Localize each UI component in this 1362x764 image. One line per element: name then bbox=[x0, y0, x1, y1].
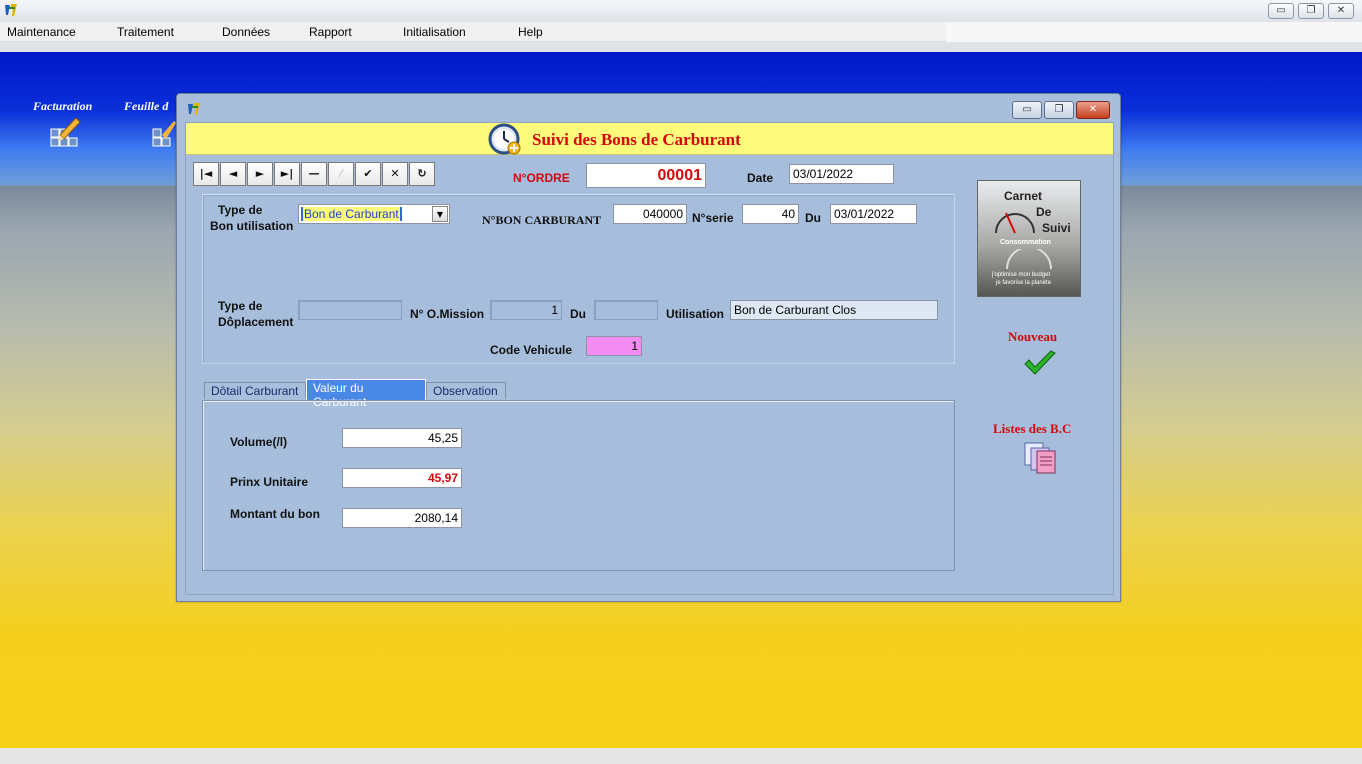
du-label: Du bbox=[805, 211, 821, 225]
prix-unitaire-label: Prinx Unitaire bbox=[230, 475, 309, 489]
restore-button[interactable]: ❐ bbox=[1298, 3, 1324, 19]
facturation-icon[interactable] bbox=[50, 115, 82, 147]
tab-detail-carburant[interactable]: Dôtail Carburant bbox=[204, 382, 306, 399]
date-field[interactable]: 03/01/2022 bbox=[789, 164, 894, 184]
tab-valeur-carburant[interactable]: Valeur du Carburant bbox=[306, 379, 426, 409]
du-date-field[interactable]: 03/01/2022 bbox=[830, 204, 917, 224]
volume-label: Volume(/l) bbox=[230, 435, 288, 449]
du-mission-field[interactable] bbox=[594, 300, 658, 320]
minimize-button[interactable]: ▭ bbox=[1268, 3, 1294, 19]
logo-text-planete: je favorise la planète bbox=[996, 280, 1052, 286]
feuille-icon[interactable] bbox=[152, 115, 176, 147]
menu-donnees[interactable]: Données bbox=[222, 25, 270, 39]
du-mission-label: Du bbox=[570, 307, 586, 321]
shortcut-feuille-label[interactable]: Feuille d bbox=[124, 99, 168, 114]
carnet-suivi-logo: Carnet De Suivi Consommation j'optimise … bbox=[977, 180, 1081, 297]
type-bon-select[interactable]: Bon de Carburant ▼ bbox=[298, 204, 450, 224]
app-logo-icon bbox=[5, 4, 17, 16]
dialog-close-button[interactable]: ✕ bbox=[1076, 101, 1110, 119]
last-record-button[interactable]: ►| bbox=[274, 162, 300, 186]
type-bon-selected-value: Bon de Carburant bbox=[301, 207, 402, 221]
montant-label: Montant du bon bbox=[230, 507, 320, 521]
logo-text-carnet: Carnet bbox=[1004, 189, 1043, 203]
gauge-icon bbox=[995, 212, 1035, 234]
menu-traitement[interactable]: Traitement bbox=[117, 25, 174, 39]
shortcut-facturation-label[interactable]: Facturation bbox=[33, 99, 92, 114]
save-record-button[interactable]: ✔ bbox=[355, 162, 381, 186]
suivi-bons-dialog: ▭ ❐ ✕ Suivi des Bons de Carburant |◄ ◄ ►… bbox=[176, 93, 1121, 602]
dialog-body: Suivi des Bons de Carburant |◄ ◄ ► ►| — … bbox=[185, 122, 1114, 595]
type-deplacement-field[interactable] bbox=[298, 300, 402, 320]
montant-field[interactable]: 2080,14 bbox=[342, 508, 462, 528]
dropdown-arrow-icon[interactable]: ▼ bbox=[432, 206, 448, 222]
edit-record-button[interactable]: ⁄ bbox=[328, 162, 354, 186]
menu-rapport[interactable]: Rapport bbox=[309, 25, 352, 39]
tab-observation[interactable]: Observation bbox=[426, 382, 506, 399]
type-depl-label-line1: Type de bbox=[218, 299, 263, 313]
n-mission-field[interactable]: 1 bbox=[490, 300, 562, 320]
n-serie-field[interactable]: 40 bbox=[742, 204, 799, 224]
type-depl-label-line2: Dôplacement bbox=[218, 315, 294, 329]
menu-bar: Maintenance Traitement Données Rapport I… bbox=[0, 22, 1362, 42]
n-serie-label: N°serie bbox=[692, 211, 734, 225]
code-vehicule-field[interactable]: 1 bbox=[586, 336, 642, 356]
menu-maintenance[interactable]: Maintenance bbox=[7, 25, 76, 39]
n-bon-field[interactable]: 040000 bbox=[613, 204, 687, 224]
checkmark-icon[interactable] bbox=[1023, 350, 1057, 378]
listes-bc-label[interactable]: Listes des B.C bbox=[993, 421, 1071, 437]
menu-help[interactable]: Help bbox=[518, 25, 543, 39]
tab-panel-valeur bbox=[202, 400, 955, 571]
volume-field[interactable]: 45,25 bbox=[342, 428, 462, 448]
code-vehicule-label: Code Vehicule bbox=[490, 343, 573, 357]
logo-gauge-icon bbox=[1006, 249, 1052, 270]
next-record-button[interactable]: ► bbox=[247, 162, 273, 186]
n-ordre-label: N°ORDRE bbox=[513, 171, 570, 185]
main-window-titlebar: ▭ ❐ ✕ bbox=[0, 0, 1362, 22]
delete-record-button[interactable]: — bbox=[301, 162, 327, 186]
cancel-record-button[interactable]: ✕ bbox=[382, 162, 408, 186]
record-navigation-toolbar: |◄ ◄ ► ►| — ⁄ ✔ ✕ ↻ bbox=[193, 162, 436, 186]
dialog-title: Suivi des Bons de Carburant bbox=[532, 130, 741, 149]
dialog-minimize-button[interactable]: ▭ bbox=[1012, 101, 1042, 119]
prix-unitaire-field[interactable]: 45,97 bbox=[342, 468, 462, 488]
logo-text-budget: j'optimise mon budget bbox=[992, 272, 1051, 278]
menu-initialisation[interactable]: Initialisation bbox=[403, 25, 466, 39]
dialog-app-icon bbox=[188, 103, 200, 115]
documents-list-icon[interactable] bbox=[1023, 441, 1059, 475]
dialog-restore-button[interactable]: ❐ bbox=[1044, 101, 1074, 119]
type-bon-label-line2: Bon utilisation bbox=[210, 219, 294, 233]
utilisation-field[interactable]: Bon de Carburant Clos bbox=[730, 300, 938, 320]
n-ordre-field[interactable]: 00001 bbox=[586, 163, 706, 188]
refresh-button[interactable]: ↻ bbox=[409, 162, 435, 186]
first-record-button[interactable]: |◄ bbox=[193, 162, 219, 186]
utilisation-label: Utilisation bbox=[666, 307, 725, 321]
n-mission-label: N° O.Mission bbox=[410, 307, 485, 321]
nouveau-label[interactable]: Nouveau bbox=[1008, 329, 1057, 345]
type-bon-label-line1: Type de bbox=[218, 203, 263, 217]
logo-text-suivi: Suivi bbox=[1042, 221, 1071, 235]
clock-icon bbox=[488, 123, 521, 155]
logo-text-consommation: Consommation bbox=[1000, 239, 1051, 246]
logo-text-de: De bbox=[1036, 205, 1052, 219]
date-label: Date bbox=[747, 171, 774, 185]
previous-record-button[interactable]: ◄ bbox=[220, 162, 246, 186]
close-button[interactable]: ✕ bbox=[1328, 3, 1354, 19]
dialog-title-band: Suivi des Bons de Carburant bbox=[186, 123, 1113, 155]
n-bon-label: N°BON CARBURANT bbox=[482, 213, 602, 227]
